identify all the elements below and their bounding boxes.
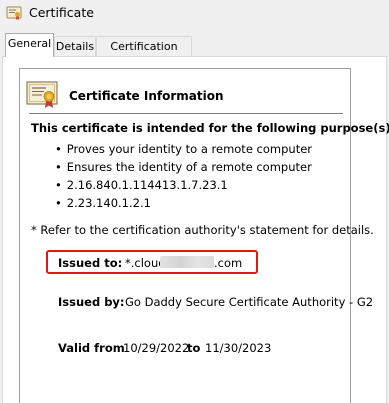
redacted-domain xyxy=(160,256,214,268)
issued-to-label: Issued to: xyxy=(58,256,123,270)
valid-to-date: 11/30/2023 xyxy=(205,341,272,355)
purpose-item: Ensures the identity of a remote compute… xyxy=(55,158,312,176)
tab-label: Details xyxy=(55,40,95,53)
tab-details[interactable]: Details xyxy=(54,36,96,56)
purpose-item: Proves your identity to a remote compute… xyxy=(55,140,312,158)
tab-certification-path[interactable]: Certification Path xyxy=(96,36,192,73)
valid-from-label: Valid from xyxy=(58,341,125,355)
tab-label: General xyxy=(7,37,52,50)
issued-to-value-suffix: .com xyxy=(214,256,243,270)
valid-from-date: 10/29/2022 xyxy=(123,341,190,355)
purpose-list: Proves your identity to a remote compute… xyxy=(55,140,312,212)
valid-to-label: to xyxy=(187,341,201,355)
purpose-heading: This certificate is intended for the fol… xyxy=(31,121,389,135)
window-title: Certificate xyxy=(29,5,94,20)
certificate-icon xyxy=(26,81,58,108)
title-bar: Certificate xyxy=(0,0,389,27)
issued-by-value: Go Daddy Secure Certificate Authority - … xyxy=(125,295,374,309)
purpose-item: 2.16.840.1.114413.1.7.23.1 xyxy=(55,176,312,194)
divider xyxy=(29,113,343,114)
tab-general[interactable]: General xyxy=(5,33,54,57)
certificate-information-heading: Certificate Information xyxy=(69,89,224,103)
refer-note: * Refer to the certification authority's… xyxy=(31,223,374,237)
issued-by-label: Issued by: xyxy=(58,295,125,309)
certificate-icon xyxy=(6,6,22,20)
purpose-item: 2.23.140.1.2.1 xyxy=(55,194,312,212)
